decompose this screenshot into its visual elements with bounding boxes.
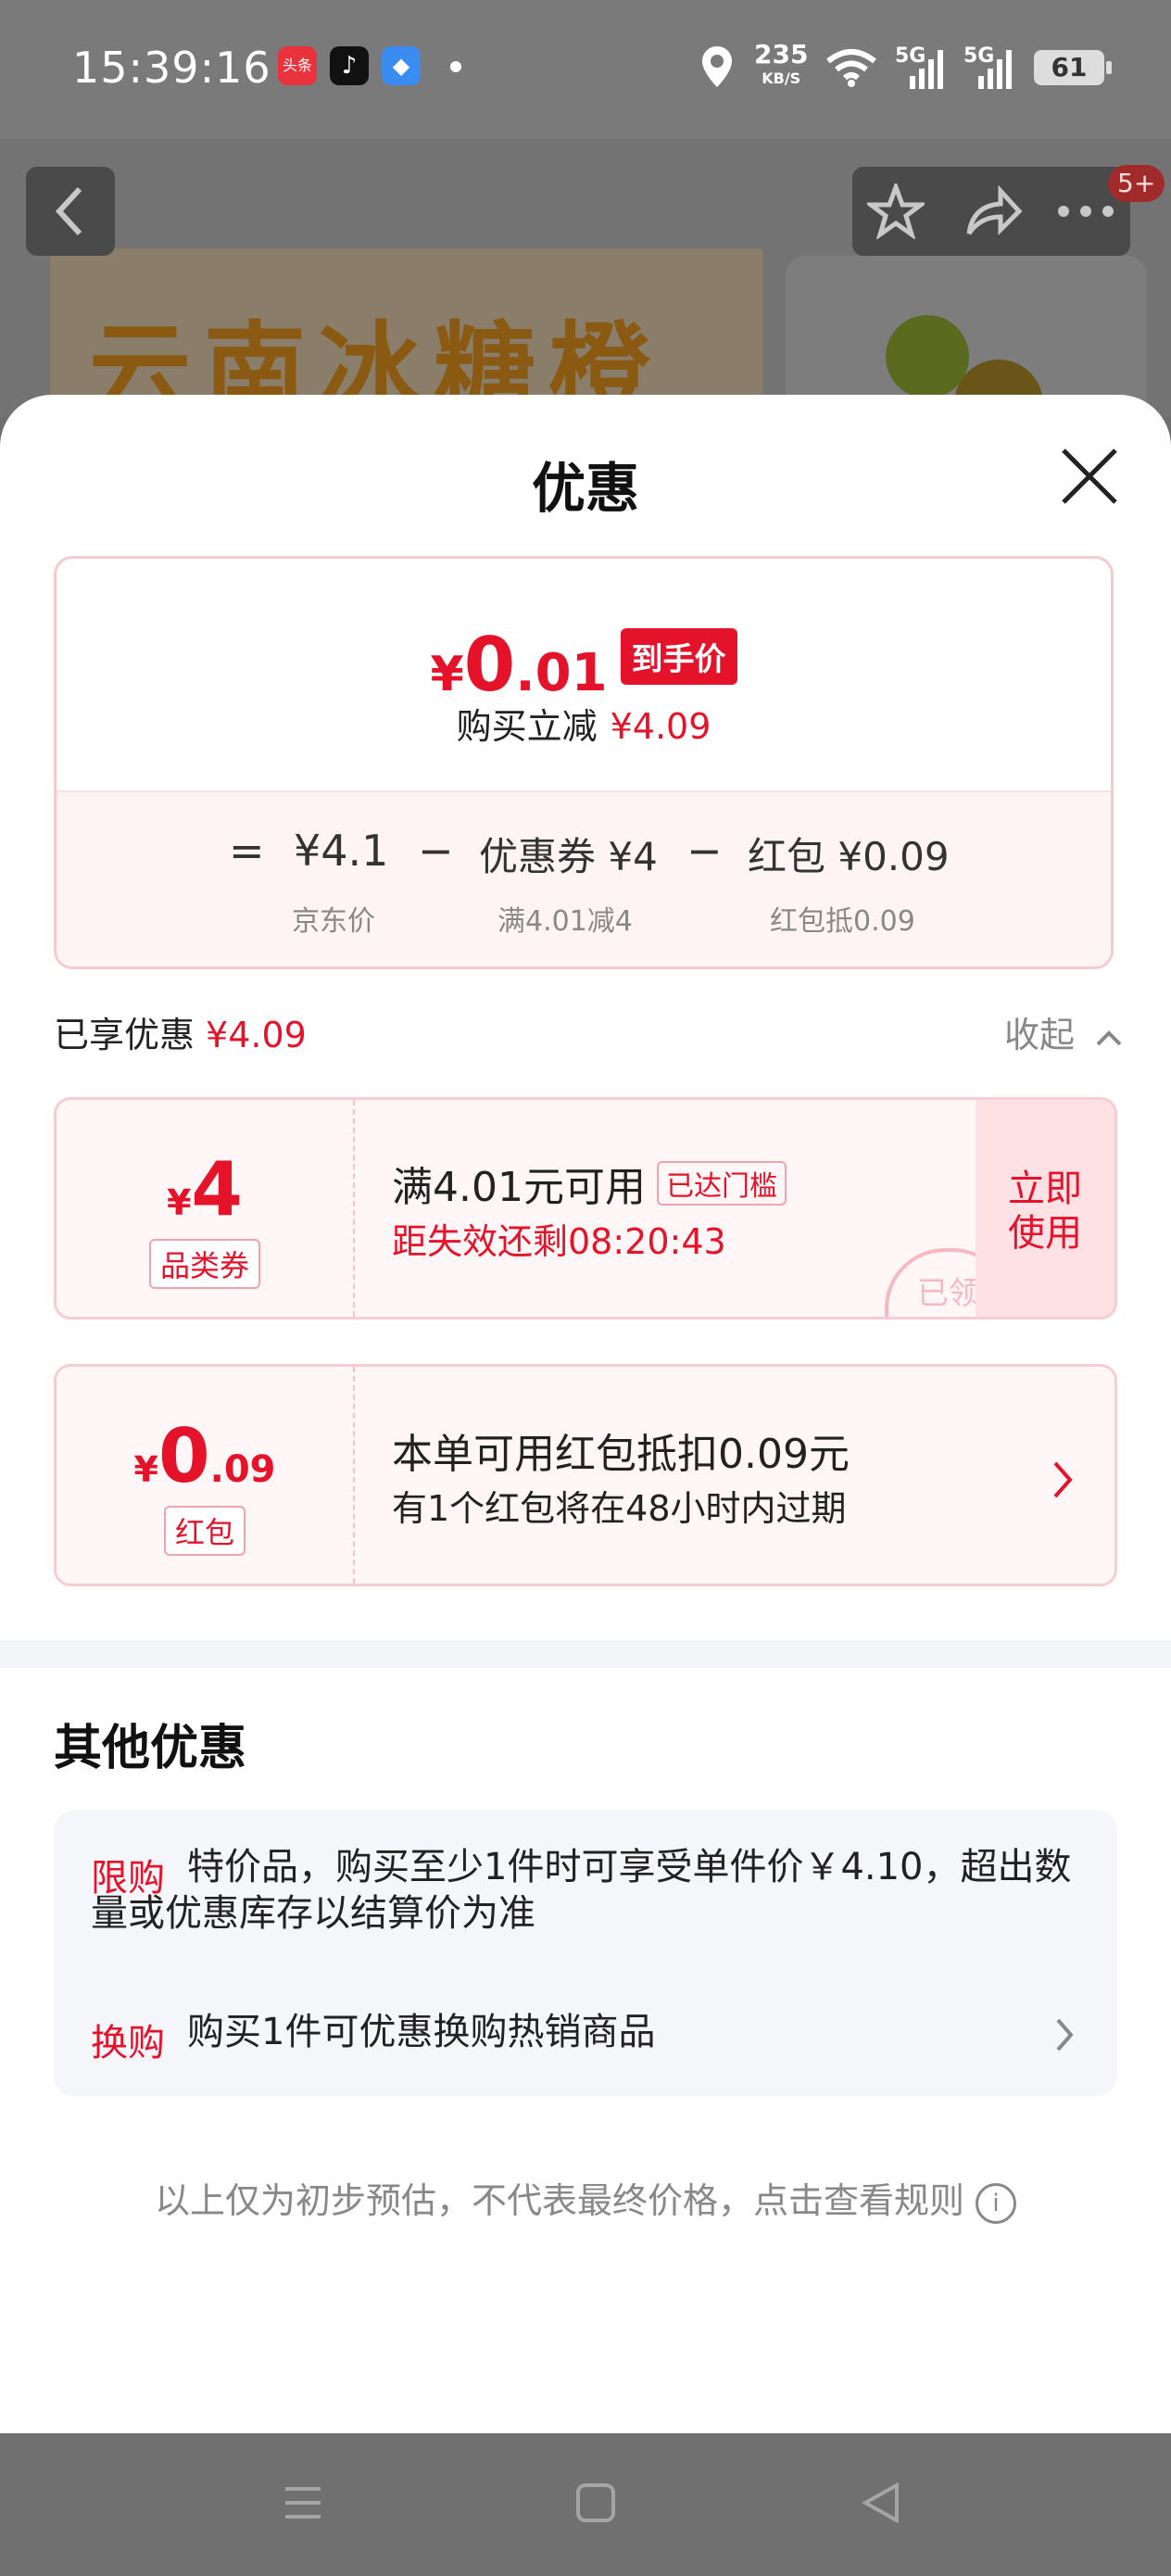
product-header: 云南冰糖橙 5+ — [0, 139, 1171, 417]
clock: 15:39:16 — [72, 43, 271, 93]
limit-purchase-text: 特价品，购买至少1件时可享受单件价￥4.10，超出数量或优惠库存以结算价为准 — [91, 1846, 1072, 1935]
jd-price: ¥4.1 — [294, 826, 389, 876]
use-now-button[interactable]: 立即 使用 — [976, 1100, 1114, 1317]
section-divider — [0, 1640, 1171, 1668]
orange-image — [886, 315, 969, 398]
browser-app-icon: ◆ — [382, 46, 421, 85]
menu-icon[interactable] — [282, 2481, 324, 2524]
tiktok-app-icon: ♪ — [330, 46, 369, 85]
redpacket-deduction: 红包 ¥0.09 — [748, 834, 950, 879]
sheet-title: 优惠 — [531, 457, 639, 520]
equals-sign: = — [229, 826, 265, 876]
redpacket-expiry-text: 有1个红包将在48小时内过期 — [392, 1488, 847, 1529]
threshold-badge: 已达门槛 — [656, 1161, 787, 1206]
enjoyed-discount: 已享优惠 ¥4.09 — [54, 1015, 307, 1055]
minus-sign-1: − — [418, 826, 454, 876]
chevron-up-icon — [1096, 1030, 1122, 1046]
price-summary-box: ¥0.01 到手价 购买立减 ¥4.09 = ¥4.1 − 优惠券 ¥4 − 红包 … — [54, 556, 1114, 969]
more-icon[interactable] — [1056, 204, 1115, 219]
notification-dot-icon — [450, 61, 461, 72]
minus-sign-2: − — [686, 826, 723, 876]
close-icon[interactable] — [1056, 443, 1123, 510]
redpacket-card[interactable]: ¥0.09 红包 本单可用红包抵扣0.09元 有1个红包将在48小时内过期 — [54, 1364, 1117, 1586]
coupon-type: 品类券 — [57, 1239, 353, 1289]
rules-note[interactable]: 以上仅为初步预估，不代表最终价格，点击查看规则 i — [0, 2172, 1171, 2224]
back-button[interactable] — [26, 167, 115, 256]
header-toolbar — [852, 167, 1130, 256]
instant-reduction: 购买立减 ¥4.09 — [456, 706, 711, 747]
toutiao-app-icon: 头条 — [278, 46, 317, 85]
back-icon[interactable] — [860, 2481, 902, 2524]
other-discounts-box: 限购 特价品，购买至少1件时可享受单件价￥4.10，超出数量或优惠库存以结算价为… — [54, 1811, 1117, 2096]
jd-price-label: 京东价 — [292, 905, 375, 938]
system-nav-bar — [0, 2433, 1171, 2576]
location-icon — [702, 46, 732, 87]
network-speed: 235 KB/S — [754, 39, 809, 88]
exchange-purchase-label: 换购 — [91, 2022, 165, 2065]
redpacket-amount-panel: ¥0.09 红包 — [57, 1367, 355, 1584]
final-price: ¥0.01 到手价 — [57, 622, 1111, 708]
redpacket-type: 红包 — [57, 1506, 353, 1556]
final-price-tag: 到手价 — [620, 628, 737, 685]
coupon-condition: 满4.01元可用 已达门槛 — [392, 1154, 787, 1213]
redpacket-amount: ¥0.09 — [133, 1413, 276, 1499]
category-coupon-card[interactable]: ¥4 品类券 满4.01元可用 已达门槛 距失效还剩08:20:43 已领 立即 … — [54, 1097, 1117, 1320]
coupon-countdown: 距失效还剩08:20:43 — [392, 1221, 726, 1262]
cellular-signal-icon — [910, 50, 943, 89]
redpacket-main-text: 本单可用红包抵扣0.09元 — [392, 1431, 850, 1478]
share-icon[interactable] — [963, 183, 1023, 239]
coupon-amount: ¥4 — [166, 1146, 244, 1232]
cellular-signal-icon-2 — [978, 50, 1012, 89]
info-icon: i — [976, 2183, 1016, 2224]
exchange-purchase-text: 购买1件可优惠换购热销商品 — [187, 2011, 656, 2053]
chevron-left-icon — [55, 186, 82, 236]
other-discounts-title: 其他优惠 — [54, 1721, 247, 1776]
home-icon[interactable] — [574, 2481, 617, 2524]
chevron-right-icon — [1053, 1461, 1073, 1498]
message-count-badge: 5+ — [1108, 165, 1165, 202]
coupon-amount-panel: ¥4 品类券 — [57, 1100, 355, 1317]
coupon-condition-label: 满4.01减4 — [497, 905, 633, 938]
status-bar: 15:39:16 头条 ♪ ◆ 235 KB/S 5G 5G 61 — [0, 0, 1171, 139]
collapse-button[interactable]: 收起 — [1004, 1006, 1123, 1057]
battery-icon: 61 — [1034, 50, 1112, 85]
star-icon[interactable] — [867, 183, 925, 239]
chevron-right-icon — [1056, 2018, 1074, 2052]
redpacket-label: 红包抵0.09 — [770, 905, 915, 938]
wifi-icon — [826, 49, 876, 87]
coupon-deduction: 优惠券 ¥4 — [479, 834, 658, 879]
